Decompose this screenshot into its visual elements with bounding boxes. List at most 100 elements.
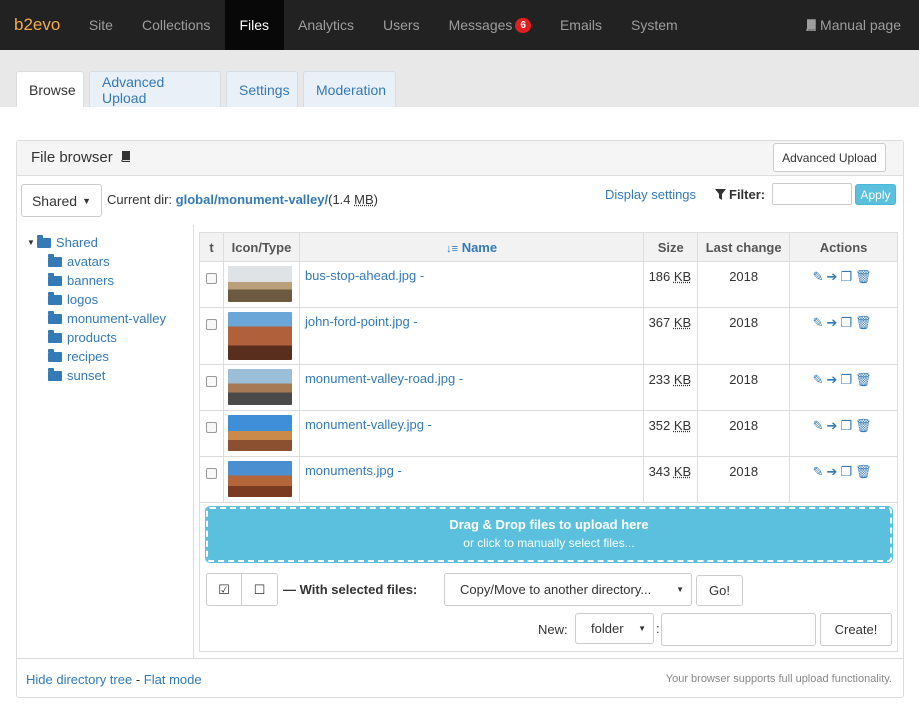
thumbnail-image[interactable] — [227, 312, 292, 360]
create-button[interactable]: Create! — [820, 613, 892, 646]
file-name-link[interactable]: monument-valley.jpg — [305, 417, 424, 432]
trash-icon[interactable]: 🗑 — [855, 418, 875, 433]
tab-browse[interactable]: Browse — [16, 71, 84, 107]
panel-header: File browser Advanced Upload — [17, 141, 903, 176]
tree-item-shared[interactable]: ▼ Shared — [27, 233, 197, 252]
uncheck-all-button[interactable]: ☐ — [241, 573, 278, 606]
nav-files[interactable]: Files — [224, 0, 284, 50]
edit-icon[interactable]: ✎ — [813, 315, 827, 330]
arrow-right-icon[interactable]: ➔ — [826, 315, 840, 330]
col-header-type[interactable]: t — [199, 232, 224, 262]
last-change: 2018 — [697, 456, 791, 503]
book-icon — [806, 19, 816, 31]
nav-analytics[interactable]: Analytics — [284, 0, 369, 50]
edit-icon[interactable]: ✎ — [813, 464, 827, 479]
tree-item-recipes[interactable]: recipes — [27, 347, 197, 366]
arrow-right-icon[interactable]: ➔ — [826, 464, 840, 479]
folder-icon — [48, 329, 62, 343]
folder-icon — [48, 367, 62, 381]
col-header-size[interactable]: Size — [643, 232, 699, 262]
arrow-right-icon[interactable]: ➔ — [826, 372, 840, 387]
edit-icon[interactable]: ✎ — [813, 269, 827, 284]
row-checkbox[interactable] — [206, 319, 217, 330]
dropzone-title: Drag & Drop files to upload here — [449, 517, 649, 532]
last-change: 2018 — [697, 364, 791, 411]
bulk-action-value: Copy/Move to another directory... — [460, 582, 652, 597]
file-size-unit: KB — [673, 269, 692, 284]
tree-item-label: Shared — [55, 235, 98, 250]
col-header-name[interactable]: ↓≡ Name — [298, 232, 645, 262]
apply-filter-button[interactable]: Apply — [855, 184, 896, 205]
file-size: 186 — [648, 269, 671, 284]
tab-moderation[interactable]: Moderation — [303, 71, 396, 107]
thumbnail-image[interactable] — [227, 461, 292, 497]
nav-messages[interactable]: Messages 6 — [434, 0, 545, 50]
file-size-unit: KB — [673, 315, 692, 330]
upload-dropzone[interactable]: Drag & Drop files to upload here or clic… — [205, 506, 893, 563]
upload-support-note: Your browser supports full upload functi… — [665, 673, 892, 685]
copy-icon[interactable]: ❐ — [840, 269, 855, 284]
shared-dropdown-button[interactable]: Shared ▼ — [21, 184, 102, 217]
copy-icon[interactable]: ❐ — [840, 315, 855, 330]
top-navbar: b2evo Site Collections Files Analytics U… — [0, 0, 919, 50]
copy-icon[interactable]: ❐ — [840, 372, 855, 387]
filter-icon — [715, 189, 726, 200]
tree-item-monument-valley[interactable]: monument-valley — [27, 309, 197, 328]
flat-mode-link[interactable]: Flat mode — [144, 672, 202, 687]
file-suffix: - — [393, 463, 402, 478]
file-name-link[interactable]: bus-stop-ahead.jpg — [305, 268, 416, 283]
brand-logo[interactable]: b2evo — [0, 0, 74, 50]
col-header-last-change[interactable]: Last change — [697, 232, 791, 262]
tree-item-avatars[interactable]: avatars — [27, 252, 197, 271]
tab-settings[interactable]: Settings — [226, 71, 298, 107]
row-checkbox[interactable] — [206, 422, 217, 433]
file-name-link[interactable]: monument-valley-road.jpg — [305, 371, 455, 386]
tree-item-logos[interactable]: logos — [27, 290, 197, 309]
nav-emails[interactable]: Emails — [545, 0, 616, 50]
file-suffix: - — [423, 417, 432, 432]
nav-users[interactable]: Users — [369, 0, 435, 50]
nav-collections[interactable]: Collections — [127, 0, 224, 50]
thumbnail-image[interactable] — [227, 415, 292, 451]
arrow-right-icon[interactable]: ➔ — [826, 269, 840, 284]
trash-icon[interactable]: 🗑 — [855, 315, 875, 330]
row-checkbox[interactable] — [206, 376, 217, 387]
new-name-input[interactable] — [661, 613, 816, 646]
filter-input[interactable] — [772, 183, 852, 205]
file-name-link[interactable]: monuments.jpg — [305, 463, 394, 478]
display-settings-link[interactable]: Display settings — [605, 187, 696, 202]
copy-icon[interactable]: ❐ — [840, 418, 855, 433]
edit-icon[interactable]: ✎ — [813, 418, 827, 433]
file-size: 233 — [648, 372, 671, 387]
dir-monument-valley-link[interactable]: monument-valley — [218, 192, 325, 207]
go-button[interactable]: Go! — [696, 575, 743, 606]
trash-icon[interactable]: 🗑 — [855, 372, 875, 387]
edit-icon[interactable]: ✎ — [813, 372, 827, 387]
copy-icon[interactable]: ❐ — [840, 464, 855, 479]
panel-title: File browser — [31, 149, 132, 166]
trash-icon[interactable]: 🗑 — [855, 464, 875, 479]
check-all-button[interactable]: ☑ — [206, 573, 242, 606]
dir-global-link[interactable]: global — [176, 192, 214, 207]
new-type-select[interactable]: folder ▼ — [575, 613, 654, 644]
nav-system[interactable]: System — [616, 0, 692, 50]
bulk-action-select[interactable]: Copy/Move to another directory... ▼ — [444, 573, 692, 606]
tree-item-sunset[interactable]: sunset — [27, 366, 197, 385]
tree-item-banners[interactable]: banners — [27, 271, 197, 290]
tree-item-label: products — [67, 330, 117, 345]
advanced-upload-button[interactable]: Advanced Upload — [773, 143, 886, 172]
row-checkbox[interactable] — [206, 468, 217, 479]
arrow-right-icon[interactable]: ➔ — [826, 418, 840, 433]
thumbnail-image[interactable] — [227, 369, 292, 405]
tree-item-products[interactable]: products — [27, 328, 197, 347]
manual-page-link[interactable]: Manual page — [805, 0, 919, 50]
book-icon — [121, 151, 130, 163]
directory-tree: ▼ Shared avatars banners logos monument-… — [27, 233, 197, 385]
thumbnail-image[interactable] — [227, 266, 292, 302]
tab-advanced-upload[interactable]: Advanced Upload — [89, 71, 221, 107]
hide-directory-tree-link[interactable]: Hide directory tree — [26, 672, 132, 687]
nav-site[interactable]: Site — [74, 0, 127, 50]
row-checkbox[interactable] — [206, 273, 217, 284]
file-name-link[interactable]: john-ford-point.jpg — [305, 314, 410, 329]
trash-icon[interactable]: 🗑 — [855, 269, 875, 284]
